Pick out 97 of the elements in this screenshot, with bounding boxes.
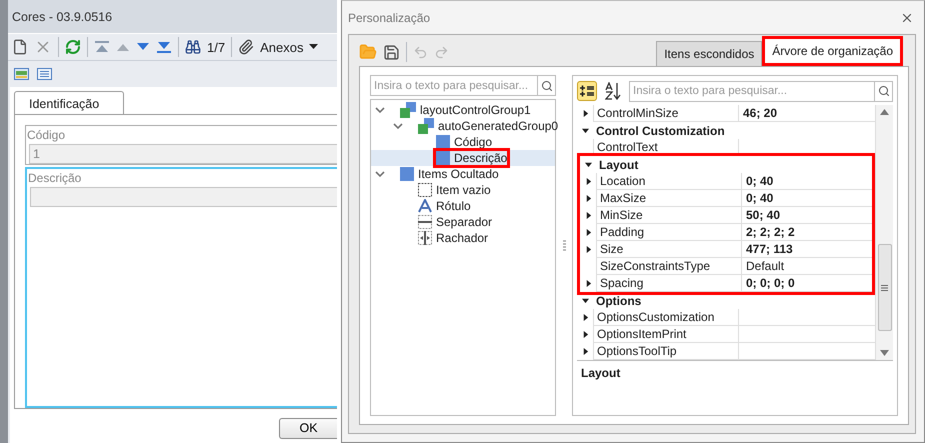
attachments-menu[interactable]: Anexos <box>260 40 304 54</box>
property-name: Spacing <box>596 275 742 292</box>
binoculars-icon[interactable] <box>185 39 201 55</box>
letter-icon <box>418 199 432 213</box>
search-button[interactable] <box>537 75 556 96</box>
category-header: Control Customization <box>595 124 725 138</box>
item-icon <box>436 135 450 149</box>
collapse-triangle-icon[interactable] <box>582 127 588 134</box>
tree-item-label: Items Ocultado <box>418 167 499 181</box>
next-record-icon[interactable] <box>136 42 150 52</box>
tree-item-label: Descrição <box>454 151 508 165</box>
field-label: Descrição <box>28 171 82 185</box>
group-icon <box>400 102 416 118</box>
category-header: Layout <box>598 158 638 172</box>
empty-item-icon <box>418 183 432 197</box>
expand-triangle-icon[interactable] <box>582 110 588 117</box>
property-name: Padding <box>596 224 742 241</box>
property-value[interactable]: 0; 40 <box>742 173 872 190</box>
categorized-view-button[interactable] <box>577 81 597 101</box>
save-icon[interactable] <box>383 44 400 60</box>
expand-chevron-icon[interactable] <box>375 169 385 179</box>
input-field[interactable] <box>30 187 337 207</box>
scroll-down-icon[interactable] <box>880 350 889 356</box>
tree-item-label: Rótulo <box>436 199 471 213</box>
description-title: Layout <box>581 366 620 380</box>
record-counter: 1/7 <box>207 40 226 54</box>
splitter-icon <box>418 231 432 245</box>
property-name: MinSize <box>596 207 742 224</box>
property-name: OptionsCustomization <box>593 309 739 326</box>
search-icon[interactable] <box>878 85 890 97</box>
search-button[interactable] <box>874 80 893 102</box>
property-value[interactable]: 0; 40 <box>742 190 872 207</box>
property-name: OptionsToolTip <box>593 343 739 360</box>
property-value[interactable]: 50; 40 <box>742 207 872 224</box>
tree-item-label: Item vazio <box>436 183 491 197</box>
tree-item-label: layoutControlGroup1 <box>420 103 531 117</box>
item-icon <box>400 167 414 181</box>
property-value[interactable]: Default <box>742 258 872 275</box>
caret-icon[interactable] <box>309 44 318 50</box>
last-record-icon[interactable] <box>156 41 172 53</box>
paperclip-icon[interactable] <box>238 39 254 55</box>
expand-triangle-icon[interactable] <box>584 280 592 287</box>
property-value[interactable]: 2; 2; 2; 2 <box>742 224 872 241</box>
ok-button[interactable]: OK <box>279 418 337 438</box>
scrollbar-thumb[interactable] <box>878 244 892 331</box>
tree-row[interactable]: layoutControlGroup1 <box>371 102 555 118</box>
dialog-title: Personalização <box>348 10 430 24</box>
separator-icon <box>418 215 432 229</box>
scroll-up-icon[interactable] <box>880 109 889 115</box>
tree-row[interactable]: Items Ocultado <box>371 166 555 182</box>
list-view-icon[interactable] <box>37 68 52 80</box>
tree-row[interactable]: Descrição <box>371 150 555 166</box>
tree-item-label: Separador <box>436 215 492 229</box>
expand-triangle-icon[interactable] <box>584 195 592 202</box>
collapse-triangle-icon[interactable] <box>582 297 588 304</box>
group-icon <box>418 118 434 134</box>
expand-chevron-icon[interactable] <box>375 105 385 115</box>
expand-triangle-icon[interactable] <box>584 246 592 253</box>
tree-row[interactable]: Rachador <box>371 230 555 246</box>
property-name: ControlMinSize <box>593 105 739 122</box>
expand-chevron-icon[interactable] <box>393 121 403 131</box>
property-value[interactable]: 477; 113 <box>742 241 872 258</box>
expand-triangle-icon[interactable] <box>584 178 592 185</box>
refresh-icon[interactable] <box>65 39 81 55</box>
tree-item-label: Código <box>454 135 492 149</box>
tab[interactable]: Itens escondidos <box>656 41 762 66</box>
property-name: SizeConstraintsType <box>596 258 742 275</box>
collapse-triangle-icon[interactable] <box>584 161 592 168</box>
expand-triangle-icon[interactable] <box>584 229 592 236</box>
tree-row[interactable]: Rótulo <box>371 198 555 214</box>
tab[interactable]: Identificação <box>14 91 124 114</box>
tree-row[interactable]: Código <box>371 134 555 150</box>
item-icon <box>436 151 450 165</box>
splitter-grip-icon[interactable] <box>562 240 566 252</box>
expand-triangle-icon[interactable] <box>582 314 588 321</box>
tree-item-label: Rachador <box>436 231 488 245</box>
tree-row[interactable]: Item vazio <box>371 182 555 198</box>
category-header: Options <box>595 294 642 308</box>
expand-triangle-icon[interactable] <box>582 348 588 355</box>
search-icon[interactable] <box>540 80 552 92</box>
new-document-icon[interactable] <box>12 39 28 55</box>
field-label: Código <box>27 128 66 142</box>
form-view-icon[interactable] <box>14 68 29 80</box>
expand-triangle-icon[interactable] <box>584 212 592 219</box>
expand-triangle-icon[interactable] <box>582 331 588 338</box>
property-name: OptionsItemPrint <box>593 326 739 343</box>
window-title: Cores - 03.9.0516 <box>12 10 112 24</box>
search-field[interactable]: Insira o texto para pesquisar... <box>629 80 874 102</box>
search-field[interactable]: Insira o texto para pesquisar... <box>370 75 537 96</box>
property-name: Location <box>596 173 742 190</box>
tab[interactable]: Árvore de organização <box>762 36 903 66</box>
property-name: MaxSize <box>596 190 742 207</box>
property-name: Size <box>596 241 742 258</box>
alphabetical-sort-button[interactable] <box>603 81 623 101</box>
tree-row[interactable]: Separador <box>371 214 555 230</box>
property-name: ControlText <box>593 139 739 156</box>
property-value[interactable]: 0; 0; 0; 0 <box>742 275 872 292</box>
